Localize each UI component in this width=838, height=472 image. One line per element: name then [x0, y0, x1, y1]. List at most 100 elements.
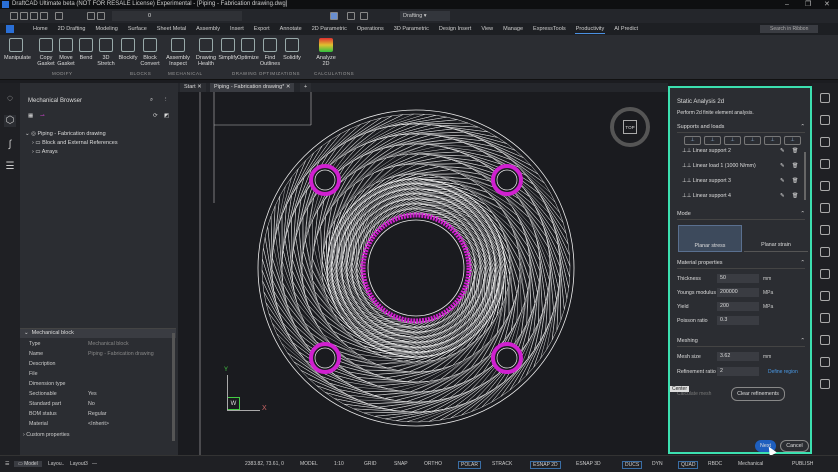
status-toggle[interactable]: MODEL — [300, 461, 318, 467]
ribbon-tab[interactable]: Insert — [225, 23, 249, 35]
meshing-section-header[interactable]: Meshing⌃ — [677, 338, 805, 347]
cancel-button[interactable]: Cancel — [780, 440, 809, 452]
mode-planar-strain[interactable]: Planar strain — [744, 225, 808, 252]
menu-icon[interactable]: ☰ — [5, 461, 9, 467]
print-icon[interactable] — [55, 12, 63, 20]
dock-tool-icon[interactable] — [820, 203, 830, 213]
delete-icon[interactable]: 🗑 — [792, 163, 798, 169]
mode-planar-stress[interactable]: Planar stress — [678, 225, 742, 252]
ribbon-tab[interactable]: Modeling — [91, 23, 123, 35]
ribbon-button[interactable]: 3D Stretch — [94, 38, 118, 67]
status-toggle[interactable]: ORTHO — [424, 461, 442, 467]
tab-piping-drawing[interactable]: Piping - Fabrication drawing* ✕ — [210, 83, 294, 92]
dock-tool-icon[interactable] — [820, 115, 830, 125]
support-list-item[interactable]: ⊥⊥ Linear support 4✎🗑 — [682, 193, 802, 203]
drawing-canvas[interactable] — [178, 83, 668, 455]
props-header[interactable]: ⌄ Mechanical block — [20, 329, 176, 338]
delete-icon[interactable]: 🗑 — [792, 193, 798, 199]
dock-tool-icon[interactable] — [820, 93, 830, 103]
tab-model[interactable]: ▭ Model — [14, 461, 42, 467]
add-layout-icon[interactable]: — — [92, 461, 97, 467]
tree-item-arrays[interactable]: › ▭ Arrays — [32, 149, 58, 155]
property-value[interactable]: Mechanical block — [88, 341, 129, 347]
status-toggle[interactable]: ESNAP 3D — [576, 461, 601, 467]
custom-properties-row[interactable]: › Custom properties — [23, 432, 70, 438]
ribbon-search-input[interactable]: Search in Ribbon — [760, 25, 818, 33]
viewcube[interactable]: TOP — [610, 107, 650, 147]
dock-tool-icon[interactable] — [820, 225, 830, 235]
edit-icon[interactable]: ✎ — [780, 193, 784, 199]
ribbon-button[interactable]: Analyze 2D — [314, 38, 338, 67]
status-toggle[interactable]: DYN — [652, 461, 663, 467]
save-as-icon[interactable] — [40, 12, 48, 20]
fixed-tool-icon[interactable]: ⊥ — [704, 136, 721, 145]
ribbon-button[interactable]: Blockify — [116, 38, 140, 61]
dock-tool-icon[interactable] — [820, 335, 830, 345]
dock-tool-icon[interactable] — [820, 291, 830, 301]
property-value[interactable]: No — [88, 401, 95, 407]
force-tool-icon[interactable]: ⊥ — [764, 136, 781, 145]
workspace-dropdown[interactable]: Drafting ▾ — [400, 11, 450, 21]
status-toggle[interactable]: DUCS — [622, 461, 642, 469]
clear-refinements-button[interactable]: Clear refinements — [731, 387, 785, 401]
edit-icon[interactable]: ✎ — [780, 163, 784, 169]
tree-root[interactable]: ⌄ ◎ Piping - Fabrication drawing — [25, 131, 106, 137]
open-icon[interactable] — [20, 12, 28, 20]
search-icon[interactable]: ⌕ — [150, 97, 153, 104]
supports-scrollbar[interactable] — [804, 152, 806, 200]
status-toggle[interactable]: STRACK — [492, 461, 512, 467]
property-value[interactable]: Regular — [88, 411, 107, 417]
supports-section-header[interactable]: Supports and loads⌃ — [677, 124, 805, 133]
support-list-item[interactable]: ⊥⊥ Linear load 1 (1000 N/mm)✎🗑 — [682, 163, 802, 173]
dock-tool-icon[interactable] — [820, 137, 830, 147]
material-input[interactable]: 0.3 — [717, 316, 759, 325]
tab-layout1[interactable]: Layou.. — [48, 461, 64, 467]
dock-tool-icon[interactable] — [820, 313, 830, 323]
delete-icon[interactable]: 🗑 — [792, 178, 798, 184]
ribbon-tab[interactable]: Operations — [352, 23, 389, 35]
status-toggle[interactable]: QUAD — [678, 461, 698, 469]
tree-item-references[interactable]: › ▭ Block and External References — [32, 140, 118, 146]
props-scrollbar[interactable] — [172, 333, 175, 441]
toggle-icon[interactable]: ◩ — [164, 113, 169, 119]
ribbon-tab[interactable]: Manage — [498, 23, 528, 35]
ribbon-button[interactable]: Optimize — [236, 38, 260, 61]
ribbon-tab[interactable]: View — [476, 23, 498, 35]
property-value[interactable]: <Inherit> — [88, 421, 109, 427]
ribbon-tab[interactable]: AI Predict — [609, 23, 643, 35]
status-toggle[interactable]: SNAP — [394, 461, 408, 467]
status-toggle[interactable]: POLAR — [458, 461, 481, 469]
load-tool-icon[interactable]: ⊥ — [784, 136, 801, 145]
ribbon-tab[interactable]: ExpressTools — [528, 23, 571, 35]
status-toggle[interactable]: RBDC — [708, 461, 722, 467]
material-input[interactable]: 200000 — [717, 288, 759, 297]
ribbon-tab[interactable]: 3D Parametric — [389, 23, 434, 35]
delete-icon[interactable]: 🗑 — [792, 148, 798, 154]
ribbon-button[interactable]: Manipulate — [4, 38, 28, 61]
ribbon-button[interactable]: Block Convert — [138, 38, 162, 67]
redo-icon[interactable] — [97, 12, 105, 20]
layer-dropdown[interactable]: 0 — [112, 11, 242, 21]
ribbon-tab[interactable]: Design Insert — [434, 23, 476, 35]
save-icon[interactable] — [30, 12, 38, 20]
viewcube-face[interactable]: TOP — [623, 120, 637, 134]
mesh-size-input[interactable]: 3.62 — [717, 352, 759, 361]
ribbon-tab[interactable]: Sheet Metal — [152, 23, 191, 35]
status-toggle[interactable]: Mechanical — [738, 461, 763, 467]
edit-icon[interactable]: ✎ — [780, 178, 784, 184]
material-input[interactable]: 200 — [717, 302, 759, 311]
ribbon-button[interactable]: Drawing Health — [194, 38, 218, 67]
property-value[interactable]: Piping - Fabrication drawing — [88, 351, 154, 357]
ribbon-button[interactable]: Solidify — [280, 38, 304, 61]
app-menu-button[interactable] — [6, 25, 14, 33]
mode-section-header[interactable]: Mode⌃ — [677, 211, 805, 220]
settings-icon[interactable] — [360, 12, 368, 20]
dock-tool-icon[interactable] — [820, 379, 830, 389]
formula-icon[interactable]: ∫ — [4, 139, 16, 151]
edit-icon[interactable]: ✎ — [780, 148, 784, 154]
active-tool-icon[interactable] — [330, 12, 338, 20]
ribbon-tab[interactable]: Export — [249, 23, 275, 35]
support-tool-icon[interactable]: ⊥ — [684, 136, 701, 145]
status-toggle[interactable]: ESNAP 2D — [530, 461, 561, 469]
refresh-icon[interactable]: ⟳ — [153, 113, 158, 119]
